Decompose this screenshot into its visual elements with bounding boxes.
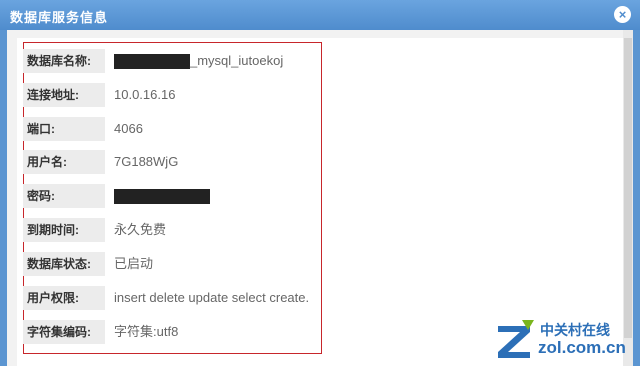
dialog-title: 数据库服务信息 [10,10,109,25]
field-label: 连接地址: [23,83,105,107]
field-row-db-name: 数据库名称: _mysql_iutoekoj [23,49,323,73]
field-row-charset: 字符集编码: 字符集:utf8 [23,320,323,344]
dialog-titlebar: 数据库服务信息 × [0,0,640,30]
field-value: 已启动 [114,256,154,271]
field-value: 7G188WjG [114,154,179,169]
field-row-expiry: 到期时间: 永久免费 [23,218,323,242]
field-value: 10.0.16.16 [114,87,176,102]
field-row-address: 连接地址: 10.0.16.16 [23,83,323,107]
field-row-status: 数据库状态: 已启动 [23,252,323,276]
field-row-username: 用户名: 7G188WjG [23,150,323,174]
scrollbar-thumb[interactable] [624,38,632,338]
zol-watermark: 中关村在线 zol.com.cn [488,316,628,366]
field-value: 永久免费 [114,222,167,237]
zol-logo-icon [498,320,534,358]
field-label: 字符集编码: [23,320,105,344]
field-value [114,184,210,208]
close-icon[interactable]: × [614,6,631,23]
db-name-suffix: _mysql_iutoekoj [190,53,284,68]
field-row-password: 密码: [23,184,323,208]
field-value: insert delete update select create. [114,290,310,305]
field-value: _mysql_iutoekoj [114,49,283,73]
field-label: 数据库名称: [23,49,105,73]
field-label: 到期时间: [23,218,105,242]
field-label: 密码: [23,184,105,208]
field-row-port: 端口: 4066 [23,117,323,141]
field-label: 用户权限: [23,286,105,310]
field-label: 端口: [23,117,105,141]
password-redaction-bar [114,189,210,205]
field-value: 字符集:utf8 [114,324,179,339]
field-label: 数据库状态: [23,252,105,276]
redaction-bar [114,54,190,70]
field-value: 4066 [114,121,143,136]
field-label: 用户名: [23,150,105,174]
watermark-url: zol.com.cn [538,338,626,357]
field-row-permissions: 用户权限: insert delete update select create… [23,286,323,310]
watermark-cn: 中关村在线 [540,322,610,338]
